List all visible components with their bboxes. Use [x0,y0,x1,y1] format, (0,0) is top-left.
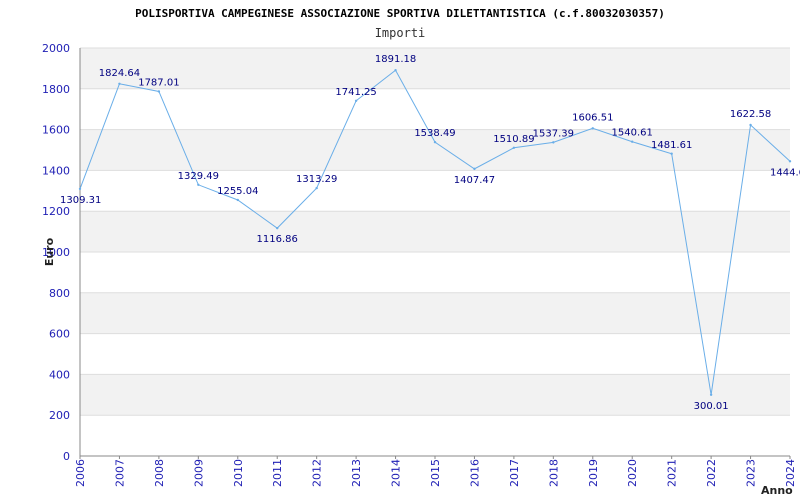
data-point [157,90,161,93]
data-point [512,146,516,149]
x-tick-label: 2006 [74,459,87,487]
data-point [433,140,437,144]
data-point [788,160,792,163]
data-point [709,393,713,396]
y-tick-label: 1800 [42,83,70,96]
y-tick-label: 800 [49,287,70,300]
data-point [354,99,358,102]
data-label: 1741.25 [335,87,376,98]
data-label: 1329.49 [178,171,219,182]
line-chart: 0200400600800100012001400160018002000 20… [42,7,800,497]
x-tick-label: 2016 [468,459,481,487]
data-label: 1540.61 [612,128,653,139]
data-label: 1537.39 [533,128,574,139]
grid-band [80,48,790,89]
x-tick-label: 2009 [192,459,205,487]
data-label: 1891.18 [375,54,416,65]
y-tick-label: 1400 [42,164,70,177]
x-tick-label: 2008 [153,459,166,487]
grid-band [80,292,790,334]
data-label: 1510.89 [493,134,534,145]
y-tick-label: 2000 [42,42,70,55]
x-tick-label: 2012 [311,459,324,487]
data-label: 1313.29 [296,174,337,185]
data-point [315,186,318,190]
data-point [591,127,594,130]
data-point [749,123,752,127]
data-point [197,183,200,186]
y-tick-label: 1600 [42,124,70,137]
x-tick-label: 2010 [232,459,245,487]
x-tick-label: 2013 [350,459,363,487]
data-point [394,68,397,72]
x-tick-label: 2017 [508,459,521,487]
x-tick-label: 2015 [429,459,442,487]
data-point [473,167,476,171]
data-point [118,82,121,85]
x-tick-label: 2014 [390,459,403,487]
y-axis-label: Euro [43,237,56,266]
x-tick-label: 2007 [113,459,126,487]
x-tick-label: 2019 [587,459,600,487]
data-label: 1606.51 [572,112,613,123]
background-bands [80,48,790,416]
data-point [78,187,82,191]
data-label: 1255.04 [217,186,258,197]
chart-subtitle: Importi [375,26,426,40]
y-tick-label: 0 [63,450,70,463]
data-label: 1407.47 [454,175,495,186]
x-tick-label: 2018 [547,459,560,487]
x-tick-label: 2020 [626,459,639,487]
chart-title: POLISPORTIVA CAMPEGINESE ASSOCIAZIONE SP… [135,7,665,20]
data-label: 1444.6 [770,167,800,178]
y-tick-label: 400 [49,368,70,381]
data-label: 300.01 [694,401,729,412]
data-point [670,152,673,155]
x-tick-labels: 2006 2007 2008 2009 2010 2011 2012 2013 2014 2015… [74,459,797,487]
y-tick-label: 600 [49,328,70,341]
y-tick-label: 200 [49,409,70,422]
x-tick-label: 2011 [271,459,284,487]
data-point [631,140,634,143]
data-label: 1824.64 [99,68,140,79]
data-point [552,141,555,144]
data-label: 1309.31 [60,195,101,206]
data-label: 1538.49 [414,128,455,139]
x-tick-label: 2022 [705,459,718,487]
data-point [236,198,239,202]
grid-band [80,374,790,416]
data-point [276,226,279,230]
data-label: 1622.58 [730,109,771,120]
x-tick-label: 2021 [666,459,679,487]
data-label: 1481.61 [651,140,692,151]
data-label: 1116.86 [257,234,298,245]
x-axis-label: Anno [761,484,793,497]
data-label: 1787.01 [138,77,179,88]
grid-band [80,211,790,252]
x-tick-label: 2024 [784,459,797,487]
y-tick-label: 1200 [42,205,70,218]
x-tick-label: 2023 [745,459,758,487]
